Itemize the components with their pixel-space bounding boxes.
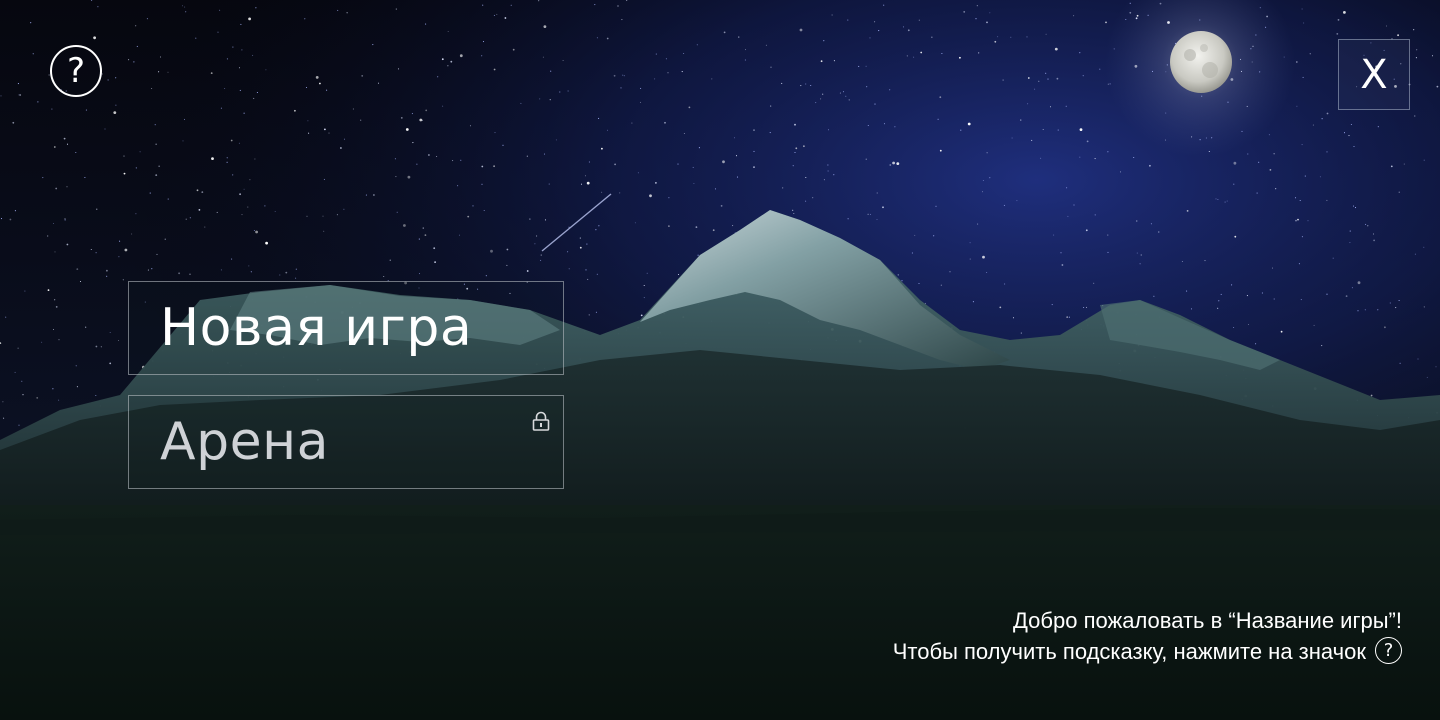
- welcome-line-1: Добро пожаловать в Название игры: [893, 605, 1402, 636]
- hint-instruction: Чтобы получить подсказку, нажмите на зна…: [892, 639, 1366, 664]
- new-game-button[interactable]: Новая игра: [128, 281, 564, 375]
- arena-label: Арена: [160, 412, 329, 472]
- game-name: Название игры: [1228, 608, 1402, 633]
- welcome-line-2: Чтобы получить подсказку, нажмите на зна…: [893, 636, 1402, 667]
- arena-button[interactable]: Арена: [128, 395, 564, 489]
- main-menu-screen: ? X Новая игра Арена Добро пожаловать в …: [0, 0, 1440, 720]
- close-button[interactable]: X: [1338, 39, 1410, 110]
- welcome-message: Добро пожаловать в Название игры Чтобы п…: [893, 605, 1402, 667]
- question-circle-icon: ?: [66, 51, 86, 91]
- close-icon: X: [1360, 51, 1388, 98]
- inline-question-circle-icon: ?: [1375, 637, 1402, 664]
- welcome-prefix: Добро пожаловать в: [1013, 608, 1229, 633]
- new-game-label: Новая игра: [160, 298, 473, 358]
- lock-icon: [532, 411, 550, 431]
- help-button[interactable]: ?: [50, 45, 102, 97]
